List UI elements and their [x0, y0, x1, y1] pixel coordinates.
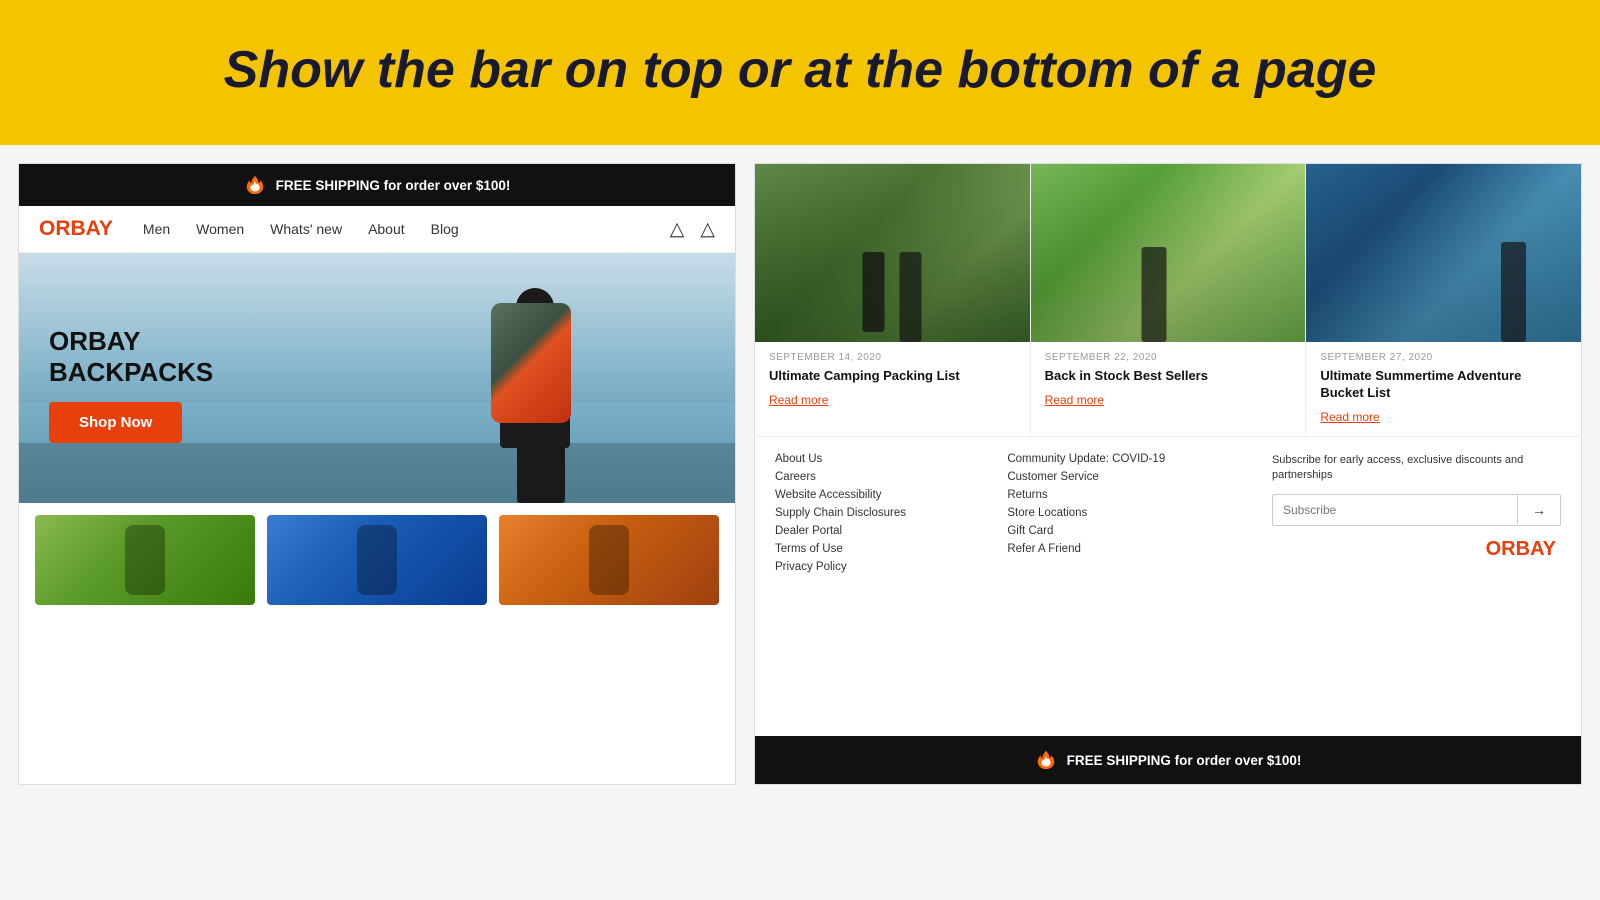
blog-image-2 — [1031, 164, 1306, 342]
product-card-3[interactable] — [499, 515, 719, 605]
blog-date-2: SEPTEMBER 22, 2020 — [1045, 352, 1292, 363]
blog-cards: SEPTEMBER 14, 2020 Ultimate Camping Pack… — [755, 164, 1581, 437]
top-shipping-bar: FREE SHIPPING for order over $100! — [19, 164, 735, 206]
left-panel: FREE SHIPPING for order over $100! ORBAY… — [18, 163, 736, 785]
blog-title-1: Ultimate Camping Packing List — [769, 368, 1016, 385]
top-shipping-text: FREE SHIPPING for order over $100! — [276, 178, 511, 193]
top-yellow-banner: Show the bar on top or at the bottom of … — [0, 0, 1600, 145]
blog-title-2: Back in Stock Best Sellers — [1045, 368, 1292, 385]
nav-bar: ORBAY Men Women Whats' new About Blog △ … — [19, 206, 735, 253]
subscribe-text: Subscribe for early access, exclusive di… — [1272, 453, 1561, 484]
bottom-flame-icon — [1035, 749, 1057, 771]
blog-image-3 — [1306, 164, 1581, 342]
blog-read-more-2[interactable]: Read more — [1045, 393, 1104, 407]
footer-brand-logo: ORBAY — [1272, 538, 1561, 561]
subscribe-input-wrap: → — [1272, 494, 1561, 526]
footer-logo-text: ORBAY — [1486, 538, 1556, 560]
hero-section: ORBAY BACKPACKS Shop Now — [19, 253, 735, 503]
blog-card-1: SEPTEMBER 14, 2020 Ultimate Camping Pack… — [755, 164, 1031, 436]
bottom-shipping-bar: FREE SHIPPING for order over $100! — [755, 736, 1581, 784]
nav-men[interactable]: Men — [143, 221, 170, 237]
product-card-1[interactable] — [35, 515, 255, 605]
blog-card-3-body: SEPTEMBER 27, 2020 Ultimate Summertime A… — [1306, 342, 1581, 436]
footer-link-covid[interactable]: Community Update: COVID-19 — [1007, 453, 1252, 465]
footer-link-returns[interactable]: Returns — [1007, 489, 1252, 501]
product-card-2[interactable] — [267, 515, 487, 605]
footer-link-privacy[interactable]: Privacy Policy — [775, 561, 997, 573]
hero-title: ORBAY BACKPACKS — [49, 326, 213, 388]
blog-card-2-body: SEPTEMBER 22, 2020 Back in Stock Best Se… — [1031, 342, 1306, 419]
blog-card-1-body: SEPTEMBER 14, 2020 Ultimate Camping Pack… — [755, 342, 1030, 419]
blog-read-more-3[interactable]: Read more — [1320, 410, 1379, 424]
footer-subscribe-col: Subscribe for early access, exclusive di… — [1262, 453, 1561, 726]
blog-date-3: SEPTEMBER 27, 2020 — [1320, 352, 1567, 363]
nav-blog[interactable]: Blog — [431, 221, 459, 237]
footer-section: About Us Careers Website Accessibility S… — [755, 437, 1581, 736]
footer-link-customer-service[interactable]: Customer Service — [1007, 471, 1252, 483]
footer-link-supply[interactable]: Supply Chain Disclosures — [775, 507, 997, 519]
shop-now-button[interactable]: Shop Now — [49, 402, 182, 443]
blog-image-1 — [755, 164, 1030, 342]
product-row — [19, 503, 735, 617]
subscribe-input[interactable] — [1273, 495, 1517, 525]
footer-link-gift-card[interactable]: Gift Card — [1007, 525, 1252, 537]
footer-col-2: Community Update: COVID-19 Customer Serv… — [1007, 453, 1252, 726]
nav-whats-new[interactable]: Whats' new — [270, 221, 342, 237]
subscribe-button[interactable]: → — [1517, 495, 1560, 525]
flame-icon — [244, 174, 266, 196]
blog-title-3: Ultimate Summertime Adventure Bucket Lis… — [1320, 368, 1567, 402]
nav-links: Men Women Whats' new About Blog — [143, 221, 670, 237]
cart-icon[interactable]: △ — [700, 218, 715, 241]
right-panel: SEPTEMBER 14, 2020 Ultimate Camping Pack… — [754, 163, 1582, 785]
blog-read-more-1[interactable]: Read more — [769, 393, 828, 407]
footer-link-refer[interactable]: Refer A Friend — [1007, 543, 1252, 555]
bottom-shipping-text: FREE SHIPPING for order over $100! — [1067, 753, 1302, 768]
main-headline: Show the bar on top or at the bottom of … — [20, 38, 1580, 103]
blog-date-1: SEPTEMBER 14, 2020 — [769, 352, 1016, 363]
footer-link-store-locations[interactable]: Store Locations — [1007, 507, 1252, 519]
footer-link-careers[interactable]: Careers — [775, 471, 997, 483]
user-icon[interactable]: △ — [670, 218, 685, 241]
nav-logo: ORBAY — [39, 217, 113, 241]
blog-card-2: SEPTEMBER 22, 2020 Back in Stock Best Se… — [1031, 164, 1307, 436]
footer-col-1: About Us Careers Website Accessibility S… — [775, 453, 997, 726]
footer-link-dealer[interactable]: Dealer Portal — [775, 525, 997, 537]
footer-link-terms[interactable]: Terms of Use — [775, 543, 997, 555]
footer-link-about-us[interactable]: About Us — [775, 453, 997, 465]
nav-women[interactable]: Women — [196, 221, 244, 237]
hero-text: ORBAY BACKPACKS Shop Now — [49, 326, 213, 443]
footer-link-accessibility[interactable]: Website Accessibility — [775, 489, 997, 501]
blog-card-3: SEPTEMBER 27, 2020 Ultimate Summertime A… — [1306, 164, 1581, 436]
nav-about[interactable]: About — [368, 221, 405, 237]
